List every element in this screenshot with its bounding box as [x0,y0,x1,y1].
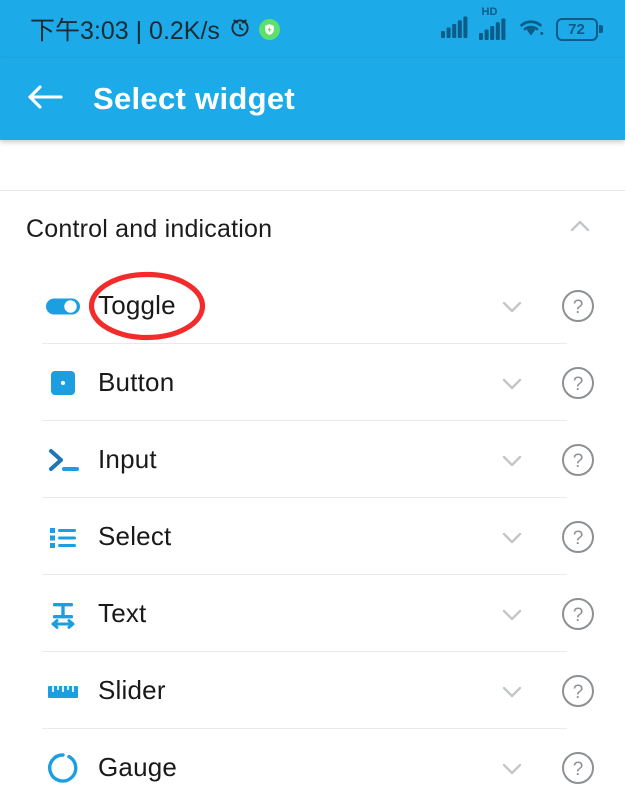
back-arrow-icon [25,80,65,119]
status-time-and-netspeed: 下午3:03 | 0.2K/s [30,17,220,45]
section-header-control-and-indication[interactable]: Control and indication [0,191,625,267]
widget-label: Button [98,367,175,397]
widget-label: Input [98,444,157,474]
widget-row-slider[interactable]: Slider ? [0,652,625,729]
chevron-down-icon[interactable] [489,366,535,400]
gauge-ring-icon [42,747,84,789]
content-top-gap [0,140,625,190]
content-area: Control and indication Toggle ? Button ?… [0,140,625,804]
button-square-icon [42,362,84,404]
svg-text:?: ? [573,528,584,549]
widget-row-button[interactable]: Button ? [0,344,625,421]
battery-icon: 72 [555,17,603,41]
help-circle-icon[interactable]: ? [555,288,601,324]
phone-screen: 下午3:03 | 0.2K/s HD 72 Select widget Cont… [0,0,625,804]
help-circle-icon[interactable]: ? [555,596,601,632]
chevron-down-icon[interactable] [489,289,535,323]
signal-bars-icon [440,16,468,43]
svg-text:?: ? [573,605,584,626]
terminal-prompt-icon [42,439,84,481]
widget-label: Select [98,521,172,551]
green-shield-icon [258,18,280,40]
battery-level-label: 72 [568,20,585,38]
chevron-up-icon[interactable] [563,210,597,249]
ruler-slider-icon [42,670,84,712]
widget-label: Slider [98,675,166,705]
widget-row-text[interactable]: Text ? [0,575,625,652]
chevron-down-icon[interactable] [489,443,535,477]
widget-row-select[interactable]: Select ? [0,498,625,575]
widget-list: Toggle ? Button ? Input ? Select ? Text … [0,267,625,804]
alarm-clock-icon [228,15,252,44]
help-circle-icon[interactable]: ? [555,519,601,555]
bulleted-list-icon [42,516,84,558]
svg-text:?: ? [573,759,584,780]
widget-row-gauge[interactable]: Gauge ? [0,729,625,804]
hd-label: HD [481,6,498,18]
app-bar: Select widget [0,58,625,140]
help-circle-icon[interactable]: ? [555,673,601,709]
chevron-down-icon[interactable] [489,520,535,554]
svg-text:?: ? [573,682,584,703]
widget-row-toggle[interactable]: Toggle ? [0,267,625,344]
status-bar: 下午3:03 | 0.2K/s HD 72 [0,0,625,58]
help-circle-icon[interactable]: ? [555,750,601,786]
widget-label: Gauge [98,752,178,782]
page-title: Select widget [93,81,296,116]
wifi-icon [517,16,545,43]
toggle-switch-icon [42,285,84,327]
chevron-down-icon[interactable] [489,751,535,785]
status-bar-left: 下午3:03 | 0.2K/s [30,11,280,47]
widget-label: Toggle [98,290,176,320]
svg-text:?: ? [573,374,584,395]
text-resize-icon [42,593,84,635]
widget-row-input[interactable]: Input ? [0,421,625,498]
chevron-down-icon[interactable] [489,674,535,708]
section-title: Control and indication [26,214,273,243]
status-bar-right: HD 72 [440,7,608,43]
signal-bars-hd-icon: HD [478,7,506,40]
svg-text:?: ? [573,451,584,472]
help-circle-icon[interactable]: ? [555,442,601,478]
chevron-down-icon[interactable] [489,597,535,631]
back-button[interactable] [14,68,76,130]
svg-text:?: ? [573,297,584,318]
widget-label: Text [98,598,147,628]
help-circle-icon[interactable]: ? [555,365,601,401]
battery-cap [599,25,603,33]
